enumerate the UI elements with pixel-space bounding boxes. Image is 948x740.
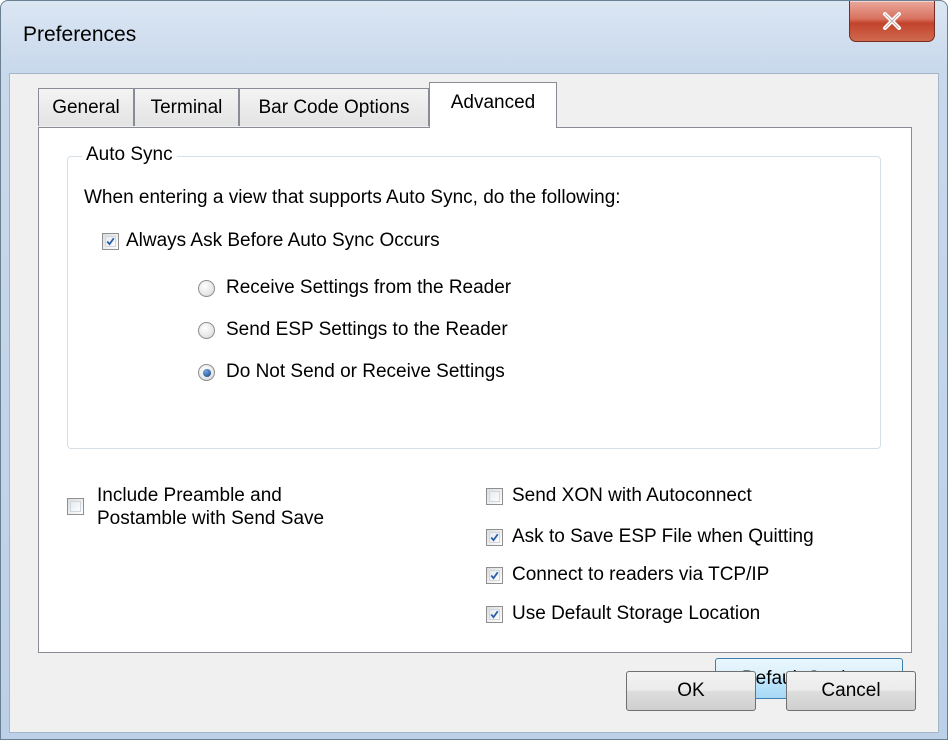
checkmark-icon [106, 237, 115, 246]
tab-bar-code-options[interactable]: Bar Code Options [239, 88, 429, 126]
advanced-tab-panel: Auto Sync When entering a view that supp… [38, 127, 912, 699]
include-preamble-checkbox[interactable] [67, 498, 84, 515]
checkmark-icon [490, 533, 499, 542]
tab-general[interactable]: General [38, 88, 134, 126]
do-not-send-label[interactable]: Do Not Send or Receive Settings [226, 361, 505, 383]
checkmark-icon [490, 610, 499, 619]
close-icon [883, 12, 901, 30]
connect-tcpip-checkbox[interactable] [486, 567, 503, 584]
ok-button[interactable]: OK [626, 671, 756, 711]
checkmark-icon [490, 571, 499, 580]
send-esp-settings-label[interactable]: Send ESP Settings to the Reader [226, 319, 508, 341]
include-preamble-label-line1: Include Preamble and [97, 485, 282, 506]
include-preamble-label-line2: Postamble with Send Save [97, 508, 325, 529]
default-storage-label[interactable]: Use Default Storage Location [512, 603, 760, 625]
close-button[interactable] [849, 1, 935, 42]
connect-tcpip-label[interactable]: Connect to readers via TCP/IP [512, 564, 769, 586]
dialog-client-area: General Terminal Bar Code Options Advanc… [9, 73, 939, 733]
send-esp-settings-radio[interactable] [198, 322, 215, 339]
ask-to-save-label[interactable]: Ask to Save ESP File when Quitting [512, 526, 814, 548]
ask-to-save-checkbox[interactable] [486, 529, 503, 546]
auto-sync-legend: Auto Sync [82, 144, 177, 166]
receive-settings-radio[interactable] [198, 280, 215, 297]
always-ask-label[interactable]: Always Ask Before Auto Sync Occurs [126, 230, 440, 252]
default-storage-checkbox[interactable] [486, 606, 503, 623]
radio-selected-dot [202, 368, 211, 377]
auto-sync-description: When entering a view that supports Auto … [84, 187, 621, 208]
send-xon-label[interactable]: Send XON with Autoconnect [512, 485, 752, 507]
tab-terminal[interactable]: Terminal [134, 88, 239, 126]
receive-settings-label[interactable]: Receive Settings from the Reader [226, 277, 511, 299]
window-title: Preferences [23, 23, 137, 46]
tab-advanced[interactable]: Advanced [429, 82, 557, 128]
preferences-window: Preferences General Terminal Bar Code Op… [0, 0, 948, 740]
do-not-send-radio[interactable] [198, 364, 215, 381]
title-bar[interactable]: Preferences [1, 1, 947, 73]
include-preamble-label[interactable]: Include Preamble and Postamble with Send… [97, 484, 324, 530]
cancel-button[interactable]: Cancel [786, 671, 916, 711]
auto-sync-group: Auto Sync When entering a view that supp… [67, 144, 881, 449]
always-ask-checkbox[interactable] [102, 233, 119, 250]
send-xon-checkbox[interactable] [486, 488, 503, 505]
